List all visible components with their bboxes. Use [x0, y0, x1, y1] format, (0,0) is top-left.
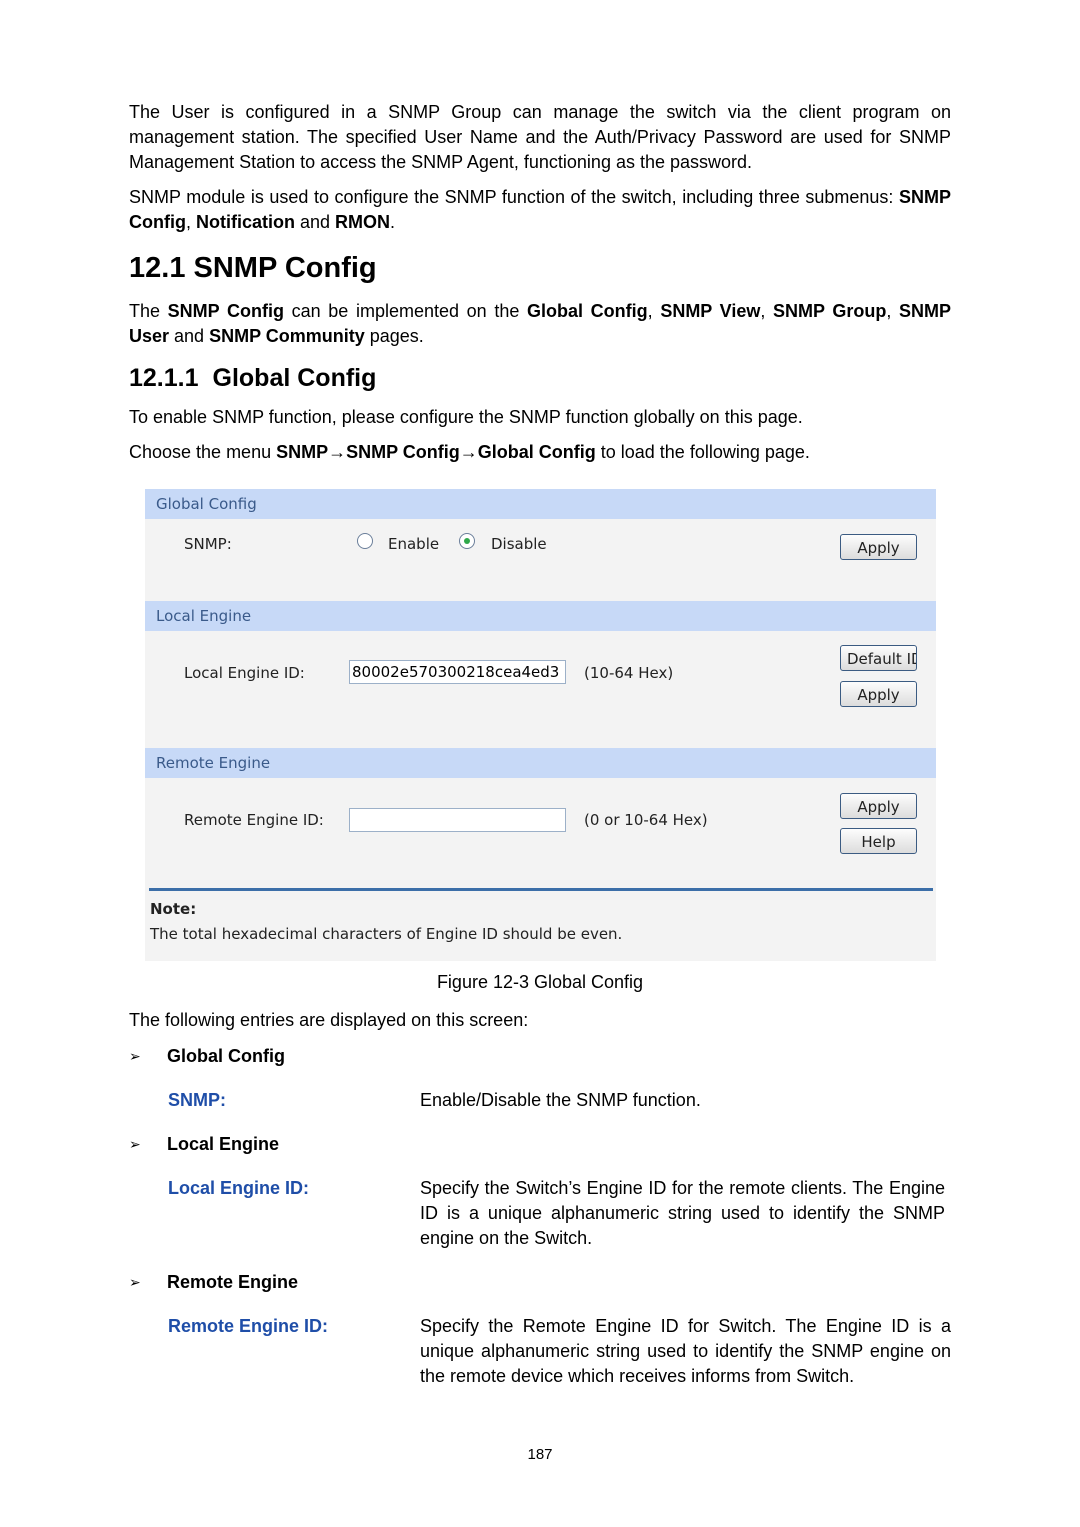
text: ,: [185, 212, 196, 232]
bold-text: RMON: [335, 212, 391, 232]
text: .: [390, 212, 396, 232]
local-engine-header: Local Engine: [145, 601, 936, 631]
header-label: Global Config: [156, 495, 257, 513]
entry-term: Remote Engine ID:: [168, 1316, 329, 1336]
entry-description: Enable/Disable the SNMP function.: [420, 1090, 701, 1110]
remote-engine-id-label: Remote Engine ID:: [184, 811, 324, 829]
subsection-paragraph-1: To enable SNMP function, please configur…: [129, 407, 803, 427]
group-title: Remote Engine: [167, 1272, 299, 1292]
bold-text: Notification: [196, 212, 295, 232]
disable-label: Disable: [491, 535, 547, 553]
snmp-disable-radio[interactable]: [459, 533, 475, 549]
text: and: [295, 212, 336, 232]
enable-label: Enable: [388, 535, 440, 553]
page-content: The User is configured in a SNMP Group c…: [129, 100, 951, 475]
text: ,: [886, 301, 899, 321]
text: and: [169, 326, 210, 346]
global-apply-button[interactable]: Apply: [840, 534, 917, 560]
text: ,: [647, 301, 661, 321]
bullet-arrow-icon: ➢: [129, 1048, 141, 1064]
entry-term: Local Engine ID:: [168, 1178, 310, 1198]
entry-item: Local Engine ID: Specify the Switch’s En…: [129, 1176, 951, 1251]
text: can be implemented on the: [283, 301, 528, 321]
bold-text: SNMP Community: [209, 326, 365, 346]
snmp-label: SNMP:: [184, 535, 232, 553]
intro-paragraph-2: SNMP module is used to configure the SNM…: [129, 185, 951, 235]
default-id-button[interactable]: Default ID: [840, 645, 917, 671]
entry-description: Specify the Remote Engine ID for Switch.…: [420, 1316, 951, 1386]
menu-path: SNMP→SNMP Config→Global Config: [276, 442, 596, 462]
header-label: Remote Engine: [156, 754, 271, 772]
bold-text: Global Config: [527, 301, 648, 321]
bold-text: SNMP View: [660, 301, 761, 321]
entry-item: Remote Engine ID: Specify the Remote Eng…: [129, 1314, 951, 1389]
subsection-number: 12.1.1: [129, 364, 199, 392]
section-number: 12.1: [129, 252, 186, 284]
entry-group-local-engine: ➢ Local Engine: [129, 1132, 951, 1176]
snmp-enable-radio[interactable]: [357, 533, 373, 549]
subsection-title: Global Config: [212, 364, 377, 392]
subsection-heading: 12.1.1 Global Config: [129, 363, 951, 393]
subsection-paragraph-2: Choose the menu SNMP→SNMP Config→Global …: [129, 440, 951, 465]
entries-intro: The following entries are displayed on t…: [129, 1010, 529, 1030]
intro-paragraph-1: The User is configured in a SNMP Group c…: [129, 102, 951, 172]
remote-apply-button[interactable]: Apply: [840, 793, 917, 819]
bold-text: SNMP Group: [773, 301, 887, 321]
remote-engine-id-input[interactable]: [349, 808, 566, 832]
text: pages.: [364, 326, 424, 346]
local-engine-hint: (10-64 Hex): [584, 664, 674, 682]
text: Choose the menu: [129, 442, 277, 462]
bullet-arrow-icon: ➢: [129, 1274, 141, 1290]
entries-section: The following entries are displayed on t…: [129, 1008, 951, 1408]
local-engine-id-input[interactable]: [349, 660, 566, 684]
entry-term: SNMP:: [168, 1090, 226, 1110]
entry-group-remote-engine: ➢ Remote Engine: [129, 1270, 951, 1314]
text: SNMP module is used to configure the SNM…: [129, 187, 899, 207]
section-title: SNMP Config: [193, 252, 377, 284]
group-title: Local Engine: [167, 1134, 280, 1154]
note-text: The total hexadecimal characters of Engi…: [150, 925, 623, 943]
entry-description: Specify the Switch’s Engine ID for the r…: [420, 1178, 945, 1248]
local-engine-id-label: Local Engine ID:: [184, 664, 305, 682]
text: ,: [760, 301, 773, 321]
global-config-screenshot: Global Config SNMP: Enable Disable Apply…: [145, 489, 936, 961]
remote-engine-hint: (0 or 10-64 Hex): [584, 811, 708, 829]
help-button[interactable]: Help: [840, 828, 917, 854]
group-title: Global Config: [167, 1046, 285, 1066]
local-apply-button[interactable]: Apply: [840, 681, 917, 707]
remote-engine-header: Remote Engine: [145, 748, 936, 778]
text: The: [129, 301, 168, 321]
header-label: Local Engine: [156, 607, 252, 625]
page-number: 187: [527, 1446, 553, 1463]
bold-text: SNMP Config: [167, 301, 284, 321]
note-title: Note:: [150, 900, 197, 918]
entry-group-global-config: ➢ Global Config: [129, 1044, 951, 1088]
global-config-header: Global Config: [145, 489, 936, 519]
section-paragraph: The SNMP Config can be implemented on th…: [129, 299, 951, 349]
text: to load the following page.: [595, 442, 810, 462]
note-divider: [149, 888, 933, 891]
figure-caption: Figure 12-3 Global Config: [436, 972, 644, 992]
section-heading: 12.1 SNMP Config: [129, 251, 951, 285]
bullet-arrow-icon: ➢: [129, 1136, 141, 1152]
entry-item: SNMP: Enable/Disable the SNMP function.: [129, 1088, 951, 1113]
